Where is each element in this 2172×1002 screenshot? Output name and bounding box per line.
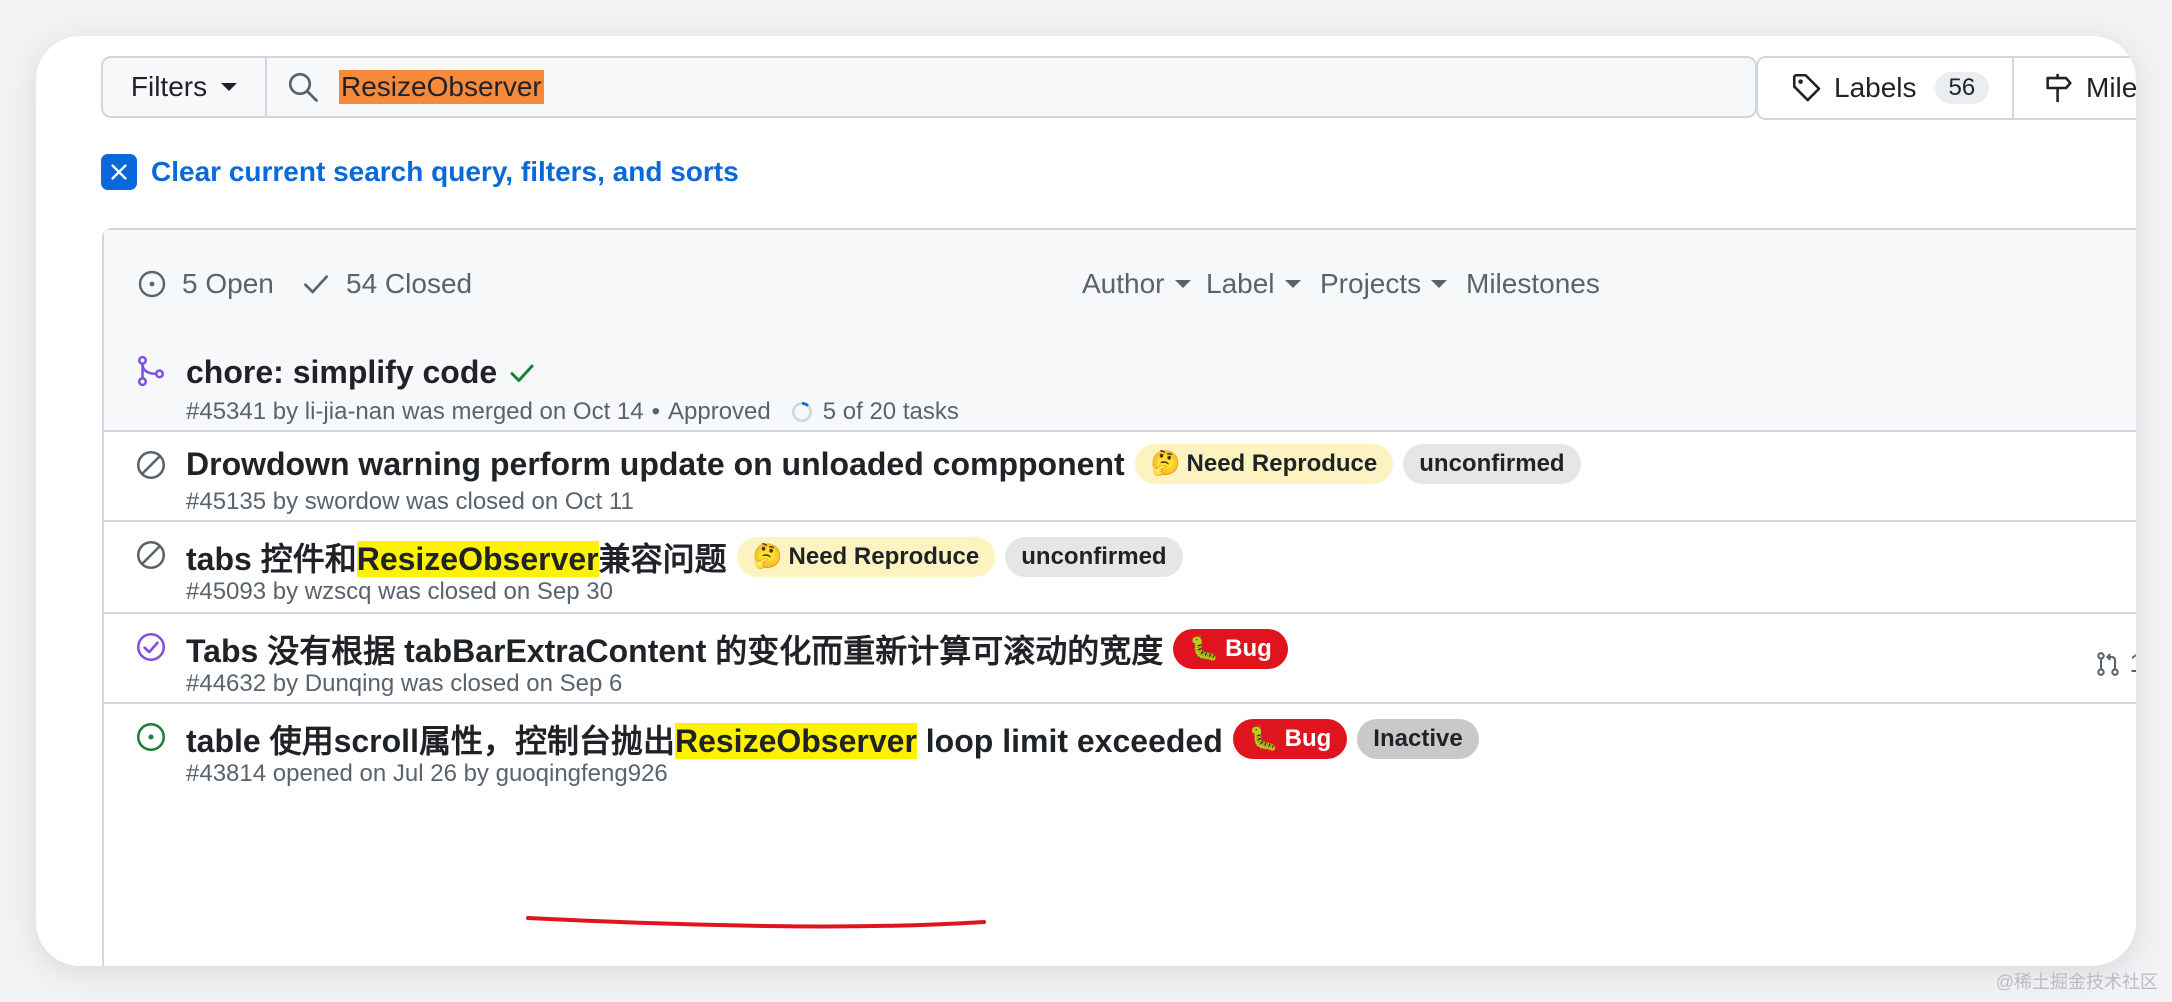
title-part: loop limit exceeded: [916, 723, 1223, 759]
label-unconfirmed[interactable]: unconfirmed: [1005, 537, 1183, 577]
label-unconfirmed[interactable]: unconfirmed: [1403, 444, 1581, 484]
thinking-face-icon: 🤔: [1150, 450, 1181, 477]
clear-filters-link[interactable]: Clear current search query, filters, and…: [101, 154, 739, 190]
label-bug[interactable]: 🐛 Bug: [1173, 629, 1288, 669]
underline-annotation: [526, 916, 986, 929]
open-tab[interactable]: 5 Open: [136, 268, 274, 300]
clear-filters-text: Clear current search query, filters, and…: [151, 156, 739, 187]
filters-label: Filters: [130, 71, 208, 102]
label-text: Need Reproduce: [788, 543, 980, 570]
author-filter-label: Author: [1082, 268, 1165, 299]
pr-count: 1: [2130, 648, 2136, 679]
projects-filter-label: Projects: [1320, 268, 1422, 299]
title-part: 兼容问题: [598, 541, 727, 577]
caret-down-icon: [1174, 280, 1191, 288]
separator-dot: •: [651, 398, 660, 425]
projects-filter[interactable]: Projects: [1320, 268, 1448, 300]
bug-icon: 🐛: [1248, 725, 1279, 752]
author-filter[interactable]: Author: [1082, 268, 1191, 300]
labels-button[interactable]: Labels 56: [1756, 56, 2014, 120]
title-part: tabs 控件和: [186, 541, 357, 577]
issue-title[interactable]: chore: simplify code: [186, 354, 497, 391]
label-text: Bug: [1225, 635, 1272, 662]
issue-meta: #44632 by Dunqing was closed on Sep 6: [186, 670, 623, 697]
caret-down-icon: [221, 83, 238, 91]
caret-down-icon: [1431, 280, 1448, 288]
watermark: @稀土掘金技术社区: [1995, 972, 2158, 992]
list-item[interactable]: Tabs 没有根据 tabBarExtraContent 的变化而重新计算可滚动…: [104, 614, 2136, 704]
check-icon: [510, 364, 534, 382]
milestone-icon: [2046, 73, 2072, 103]
issues-list-header: 5 Open 54 Closed Author Label Projects M…: [104, 230, 2136, 338]
issue-title[interactable]: table 使用scroll属性，控制台抛出ResizeObserver loo…: [186, 716, 1223, 762]
labels-label: Labels: [1834, 72, 1917, 103]
title-highlight: ResizeObserver: [356, 541, 599, 577]
label-need-reproduce[interactable]: 🤔 Need Reproduce: [736, 537, 996, 577]
label-bug[interactable]: 🐛 Bug: [1232, 719, 1348, 759]
issue-closed-not-planned-icon: [136, 540, 166, 570]
caret-down-icon: [1284, 280, 1301, 288]
bug-icon: 🐛: [1189, 635, 1220, 662]
search-input[interactable]: ResizeObserver: [339, 70, 544, 104]
title-part: table 使用scroll属性，控制台抛出: [186, 723, 675, 759]
list-item[interactable]: chore: simplify code #45341 by li-jia-na…: [104, 336, 2136, 432]
issue-open-icon: [136, 722, 166, 752]
issue-title[interactable]: tabs 控件和ResizeObserver兼容问题: [186, 534, 727, 580]
closed-tab[interactable]: 54 Closed: [300, 268, 472, 300]
issue-meta: #45135 by swordow was closed on Oct 11: [186, 488, 634, 515]
search-icon: [288, 72, 318, 102]
label-inactive[interactable]: Inactive: [1357, 719, 1479, 759]
milestones-filter-label: Milestones: [1466, 268, 1600, 299]
search-bar: Filters ResizeObserver: [101, 56, 1757, 118]
label-need-reproduce[interactable]: 🤔 Need Reproduce: [1134, 444, 1394, 484]
issue-meta: #45341 by li-jia-nan was merged on Oct 1…: [186, 398, 644, 425]
label-text: Bug: [1284, 725, 1332, 752]
tag-icon: [1792, 73, 1821, 102]
issue-title[interactable]: Drowdown warning perform update on unloa…: [186, 446, 1125, 483]
list-item[interactable]: tabs 控件和ResizeObserver兼容问题 🤔 Need Reprod…: [104, 522, 2136, 614]
milestones-button[interactable]: Mile: [2012, 56, 2136, 120]
review-status: Approved: [668, 398, 771, 425]
issues-list: 5 Open 54 Closed Author Label Projects M…: [102, 228, 2136, 966]
list-item[interactable]: Drowdown warning perform update on unloa…: [104, 432, 2136, 522]
label-text: Need Reproduce: [1186, 450, 1378, 477]
milestones-filter[interactable]: Milestones: [1466, 268, 1600, 300]
close-icon: [101, 154, 137, 190]
pr-merged-icon: [137, 355, 165, 387]
issues-page: Filters ResizeObserver Labels 56 Mile Cl…: [36, 36, 2136, 966]
issue-meta: #45093 by wzscq was closed on Sep 30: [186, 578, 613, 605]
progress-ring-icon: [791, 401, 812, 423]
issue-closed-icon: [136, 632, 166, 662]
pull-request-icon: [2096, 651, 2119, 676]
labels-count: 56: [1934, 72, 1990, 104]
thinking-face-icon: 🤔: [752, 543, 783, 570]
issue-meta: #43814 opened on Jul 26 by guoqingfeng92…: [186, 760, 668, 787]
task-progress: 5 of 20 tasks: [822, 398, 959, 425]
issue-closed-not-planned-icon: [136, 450, 166, 480]
linked-pr-count[interactable]: 1: [2094, 648, 2136, 679]
milestones-label: Mile: [2086, 72, 2136, 103]
issue-open-icon: [138, 270, 166, 298]
issue-title[interactable]: Tabs 没有根据 tabBarExtraContent 的变化而重新计算可滚动…: [186, 626, 1163, 672]
open-count: 5 Open: [182, 268, 274, 299]
list-item[interactable]: table 使用scroll属性，控制台抛出ResizeObserver loo…: [104, 704, 2136, 824]
title-highlight: ResizeObserver: [674, 723, 917, 759]
closed-count: 54 Closed: [346, 268, 473, 299]
label-filter-label: Label: [1206, 268, 1275, 299]
filters-button[interactable]: Filters: [103, 58, 267, 116]
label-filter[interactable]: Label: [1206, 268, 1301, 300]
check-icon: [304, 275, 328, 294]
